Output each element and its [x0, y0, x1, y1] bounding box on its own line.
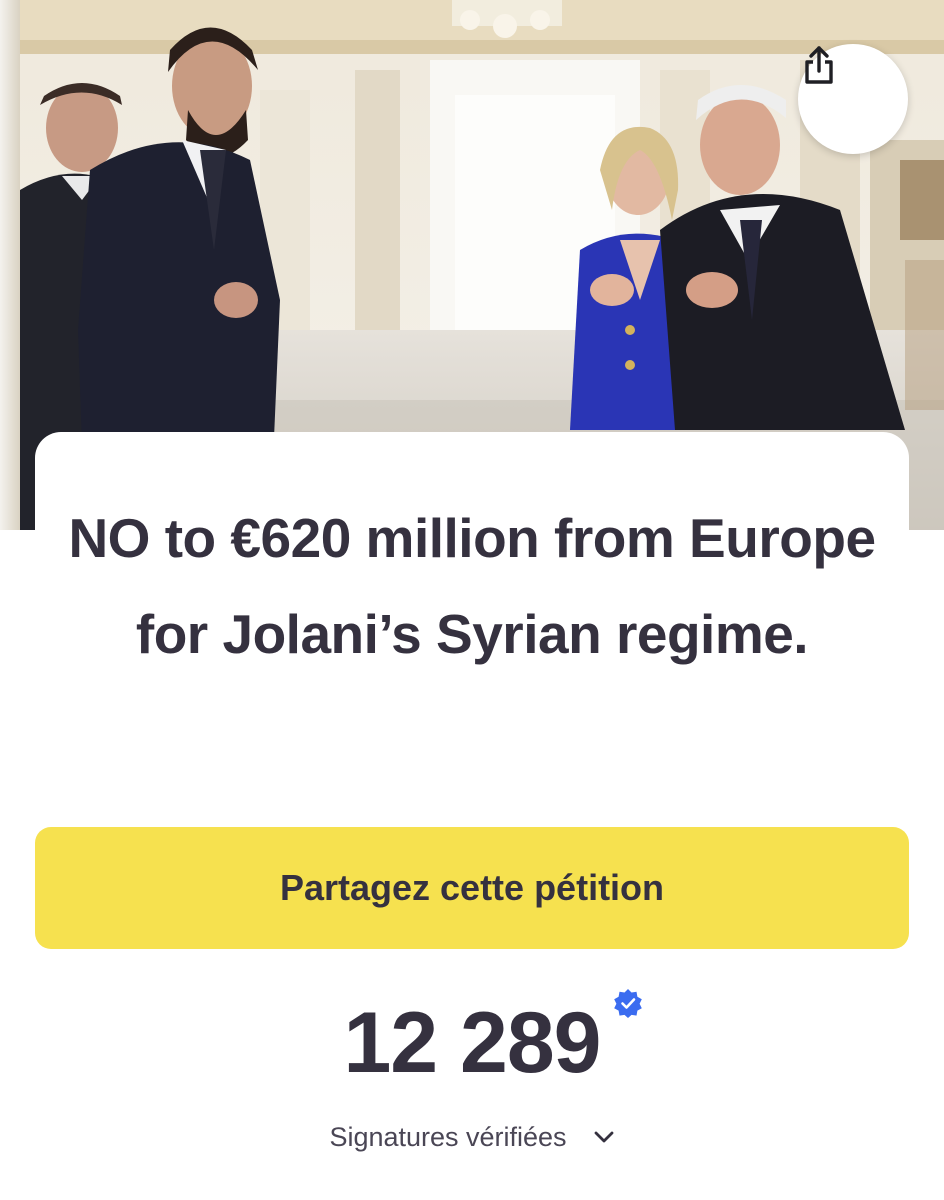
share-petition-button[interactable]: Partagez cette pétition — [35, 827, 909, 949]
verified-badge-icon — [613, 988, 643, 1018]
signature-count-wrapper: 12 289 — [343, 989, 642, 1096]
signature-count-section: 12 289 — [0, 989, 944, 1100]
hero-edge — [0, 0, 20, 530]
chevron-down-icon — [593, 1126, 615, 1148]
signature-count: 12 289 — [343, 995, 601, 1091]
verified-signatures-toggle[interactable]: Signatures vérifiées — [0, 1115, 944, 1159]
signatures-label: Signatures vérifiées — [329, 1121, 567, 1152]
petition-title: NO to €620 million from Europe for Jolan… — [68, 507, 876, 665]
share-petition-label: Partagez cette pétition — [279, 867, 665, 908]
petition-title-card: NO to €620 million from Europe for Jolan… — [35, 432, 909, 792]
share-button[interactable] — [798, 44, 908, 154]
